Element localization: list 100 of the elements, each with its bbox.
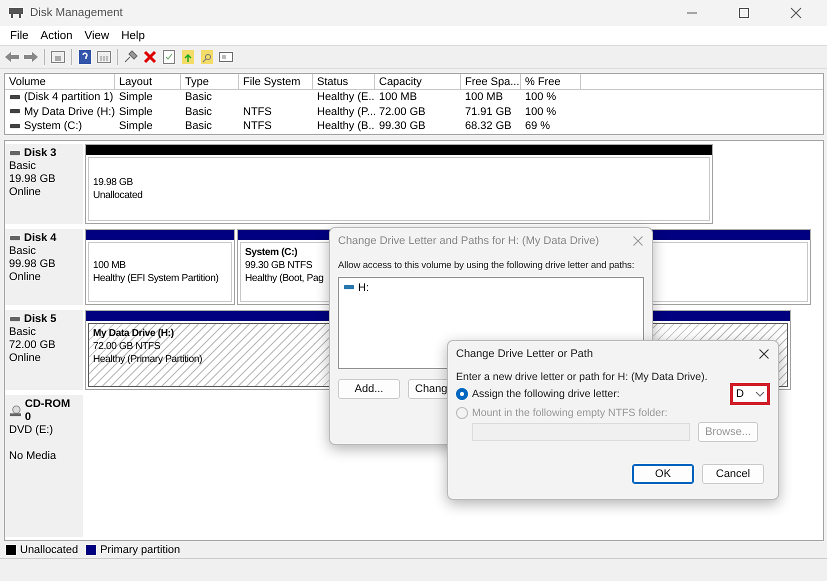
partition-title: System (C:) (245, 246, 298, 259)
dialog-button[interactable]: Cancel (702, 464, 764, 484)
column-header[interactable]: Type (181, 74, 239, 89)
column-header[interactable]: % Free (521, 74, 581, 89)
table-cell: (Disk 4 partition 1) (24, 91, 114, 104)
back-arrow-icon[interactable] (4, 49, 20, 65)
column-header[interactable]: Status (313, 74, 375, 89)
folder-search-icon[interactable] (199, 49, 215, 65)
partition-title: My Data Drive (H:) (93, 327, 174, 340)
table-cell-text: Healthy (B... (316, 120, 375, 132)
table-cell-text: 100 MB (464, 91, 504, 104)
table-cell-text: 68.32 GB (464, 120, 512, 132)
menu-item[interactable]: File (4, 30, 35, 42)
column-header[interactable]: Free Spa... (461, 74, 521, 89)
drive-letter-dropdown[interactable]: D (730, 383, 770, 405)
disk-status: Online (9, 186, 42, 199)
disk-size: 19.98 GB (9, 173, 56, 186)
folder-up-icon[interactable] (180, 49, 196, 65)
dialog-title: Change Drive Letter and Paths for H: (My Data Drive) (338, 235, 600, 247)
partition-block[interactable]: 19.98 GB Unallocated (85, 144, 713, 224)
column-header[interactable]: Capacity (375, 74, 461, 89)
disk-label-panel[interactable]: Disk 5 Basic 72.00 GB Online (5, 310, 83, 390)
disk-type: DVD (E:) (9, 424, 54, 437)
panel-icon[interactable] (50, 49, 66, 65)
partition-info: Healthy (Primary Partition) (93, 353, 202, 366)
table-cell-text: NTFS (242, 106, 273, 118)
card-icon[interactable] (218, 49, 234, 65)
drive-icon (9, 109, 21, 114)
table-cell-text: Healthy (P... (316, 106, 375, 118)
disk-label-panel[interactable]: Disk 3 Basic 19.98 GB Online (5, 144, 83, 224)
table-cell-text: 71.91 GB (464, 106, 512, 118)
partition-info: 100 MB (93, 259, 126, 272)
forward-arrow-icon[interactable] (23, 49, 39, 65)
table-cell-text: Simple (118, 106, 154, 118)
app-icon (8, 5, 24, 21)
disk-type: Basic (9, 160, 37, 173)
table-cell-text: 100 MB (378, 91, 418, 104)
dialog-prompt: Allow access to this volume by using the following drive letter and paths: (338, 260, 634, 271)
partition-info: 19.98 GB (93, 176, 133, 189)
table-cell-text: Simple (118, 91, 154, 104)
radio-button[interactable] (456, 388, 468, 400)
partition-block[interactable]: 100 MB Healthy (EFI System Partition) (85, 229, 235, 305)
partition-info: 72.00 GB NTFS (93, 340, 160, 353)
disk-label-panel[interactable]: CD-ROM 0 DVD (E:) No Media (5, 395, 83, 537)
table-cell-text: 69 % (524, 120, 552, 132)
radio-label[interactable]: Assign the following drive letter: (472, 388, 620, 400)
legend-label: Unallocated (20, 544, 78, 556)
disk-name: Disk 3 (24, 147, 56, 160)
checklist-icon[interactable] (161, 49, 177, 65)
close-icon[interactable] (758, 348, 770, 360)
table-cell-text: Basic (184, 106, 213, 118)
disk-type: Basic (9, 245, 37, 258)
dialog-button[interactable]: OK (632, 464, 694, 484)
table-cell-text: 100 % (524, 91, 558, 104)
drive-icon (9, 236, 21, 241)
disc-drive-icon (9, 404, 22, 418)
table-cell-text: 100 % (524, 106, 558, 118)
menu-item[interactable]: Help (115, 30, 151, 42)
table-cell-text: Basic (184, 120, 213, 132)
partition-info: 99.30 GB NTFS (245, 259, 312, 272)
table-cell-text: Simple (118, 120, 154, 132)
window-title: Disk Management (30, 7, 124, 19)
column-header[interactable]: File System (239, 74, 313, 89)
disk-status: Online (9, 352, 42, 365)
disk-name: Disk 5 (24, 313, 56, 326)
table-cell-text: Basic (184, 91, 213, 104)
drive-icon (9, 317, 21, 322)
disk-size: 99.98 GB (9, 258, 56, 271)
disk-type: Basic (9, 326, 37, 339)
menu-item[interactable]: Action (34, 30, 78, 42)
menu-item[interactable]: View (78, 30, 116, 42)
drive-icon (343, 285, 355, 290)
help-icon[interactable] (77, 49, 93, 65)
disk-status: No Media (9, 450, 58, 463)
column-header[interactable]: Layout (115, 74, 181, 89)
table-cell-text: NTFS (242, 120, 273, 132)
dialog-button[interactable]: Add... (338, 379, 400, 399)
disk-status: Online (9, 271, 42, 284)
partition-info: Healthy (EFI System Partition) (93, 272, 218, 285)
chevron-down-icon (756, 392, 764, 396)
drive-icon (9, 124, 21, 129)
table-cell-text: Healthy (E... (316, 91, 375, 104)
drive-icon (9, 151, 21, 156)
table-cell: My Data Drive (H:) (24, 106, 115, 118)
partition-info: Healthy (Boot, Pag (245, 272, 324, 285)
disk-label-panel[interactable]: Disk 4 Basic 99.98 GB Online (5, 229, 83, 305)
list-item[interactable]: H: (358, 282, 369, 294)
grid-icon[interactable] (96, 49, 112, 65)
table-cell-text: 99.30 GB (378, 120, 426, 132)
legend-label: Primary partition (100, 544, 180, 556)
table-cell: System (C:) (24, 120, 82, 132)
table-cell-text: 72.00 GB (378, 106, 426, 118)
disk-name: Disk 4 (24, 232, 56, 245)
drive-icon (9, 94, 21, 100)
partition-info: Unallocated (93, 189, 143, 202)
dialog-title: Change Drive Letter or Path (456, 348, 593, 360)
x-mark-icon[interactable] (142, 49, 158, 65)
column-header[interactable]: Volume (5, 74, 115, 89)
disk-name: CD-ROM 0 (24, 398, 72, 424)
disk-size: 72.00 GB (9, 339, 56, 352)
